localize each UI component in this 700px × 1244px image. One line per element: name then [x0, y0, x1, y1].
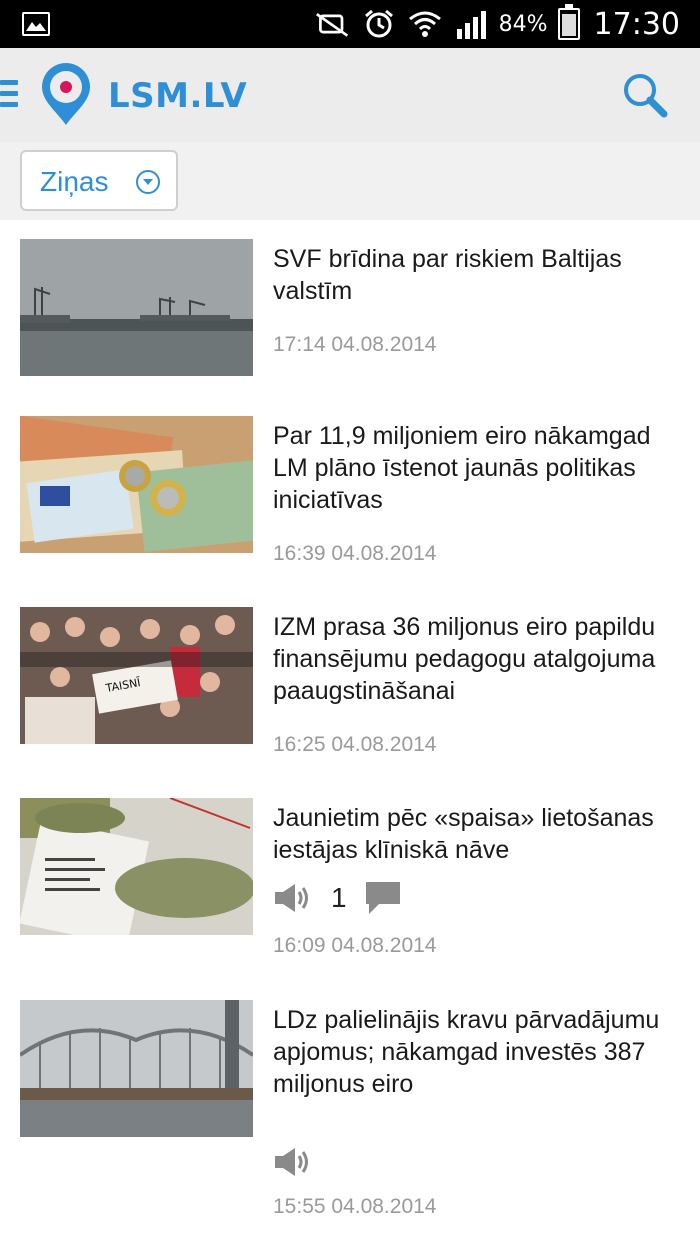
news-item[interactable]: TAISNĪ IZM prasa 36 miljonus eiro papild… [0, 607, 700, 767]
article-timestamp: 16:09 04.08.2014 [273, 934, 437, 957]
category-dropdown-label: Ziņas [40, 166, 109, 197]
wifi-icon [407, 9, 443, 39]
news-item[interactable]: Jaunietim pēc «spaisa» lietošanas iestāj… [0, 798, 700, 968]
audio-icon[interactable] [273, 881, 313, 915]
news-item[interactable]: Par 11,9 miljoniem eiro nākamgad LM plān… [0, 416, 700, 576]
alarm-icon [361, 9, 397, 39]
news-item[interactable]: SVF brīdina par riskiem Baltijas valstīm… [0, 239, 700, 399]
app-bar: LSM.LV [0, 48, 700, 142]
battery-percent: 84% [498, 11, 548, 37]
article-thumbnail[interactable] [20, 416, 253, 553]
article-timestamp: 16:25 04.08.2014 [273, 733, 437, 756]
article-title[interactable]: Jaunietim pēc «spaisa» lietošanas iestāj… [273, 802, 683, 866]
article-thumbnail[interactable] [20, 798, 253, 935]
article-thumbnail[interactable]: TAISNĪ [20, 607, 253, 744]
article-title[interactable]: SVF brīdina par riskiem Baltijas valstīm [273, 243, 683, 307]
article-title[interactable]: IZM prasa 36 miljonus eiro papildu finan… [273, 611, 683, 707]
audio-icon[interactable] [273, 1145, 313, 1179]
article-timestamp: 17:14 04.08.2014 [273, 333, 437, 356]
category-filter-bar: Ziņas [0, 142, 700, 220]
clock: 17:30 [593, 6, 680, 42]
status-bar: 84% 17:30 [0, 0, 700, 48]
article-thumbnail[interactable] [20, 239, 253, 376]
app-logo[interactable]: LSM.LV [108, 76, 247, 116]
image-icon [22, 12, 50, 36]
chevron-down-icon [136, 170, 160, 194]
article-timestamp: 15:55 04.08.2014 [273, 1195, 437, 1218]
signal-icon [453, 9, 489, 39]
news-item[interactable]: LDz palielinājis kravu pārvadājumu apjom… [0, 1000, 700, 1230]
article-title[interactable]: LDz palielinājis kravu pārvadājumu apjom… [273, 1004, 683, 1100]
comment-icon[interactable] [363, 879, 403, 917]
comment-count: 1 [331, 882, 347, 913]
menu-icon[interactable] [0, 80, 18, 110]
article-timestamp: 16:39 04.08.2014 [273, 542, 437, 565]
article-title[interactable]: Par 11,9 miljoniem eiro nākamgad LM plān… [273, 420, 683, 516]
location-pin-icon[interactable] [38, 63, 94, 127]
article-thumbnail[interactable] [20, 1000, 253, 1137]
mute-icon [315, 9, 351, 39]
battery-icon [557, 4, 580, 40]
search-icon[interactable] [620, 70, 670, 120]
category-dropdown[interactable]: Ziņas [20, 150, 178, 211]
